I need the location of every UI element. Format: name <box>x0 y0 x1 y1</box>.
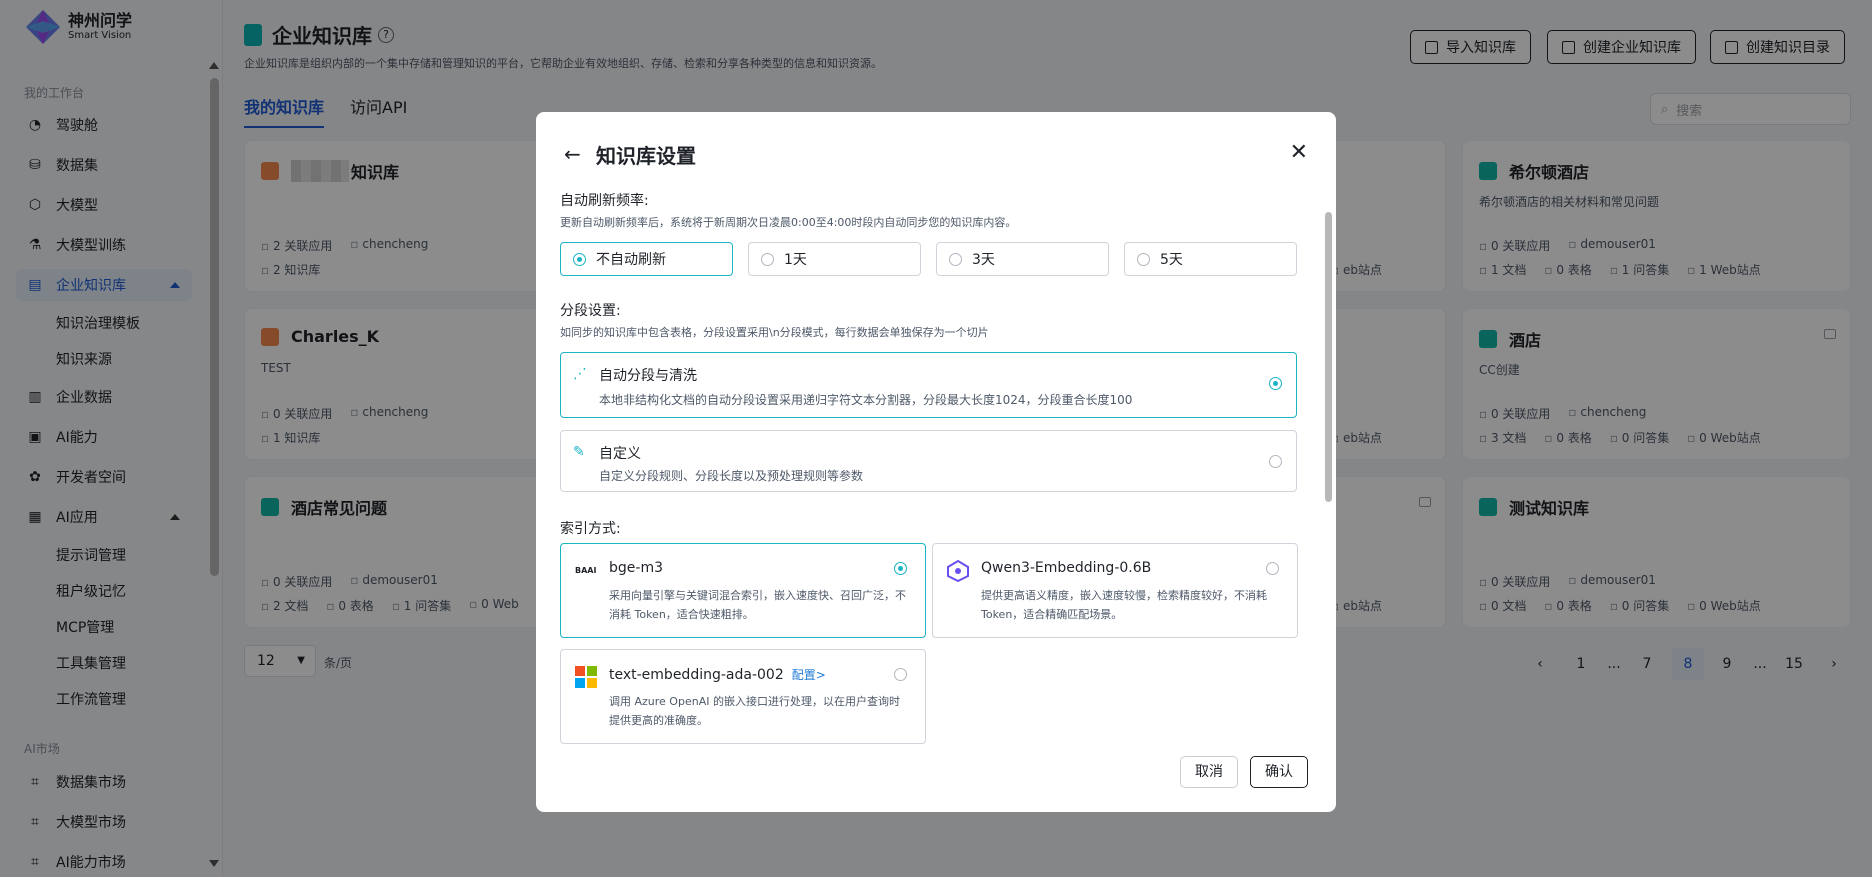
radio-icon <box>1269 455 1282 468</box>
dialog-title: 知识库设置 <box>596 144 696 168</box>
confirm-button[interactable]: 确认 <box>1250 756 1308 788</box>
radio-icon <box>573 252 586 266</box>
seg-label: 分段设置: <box>560 303 621 319</box>
seg-option-custom[interactable]: ✎ 自定义 自定义分段规则、分段长度以及预处理规则等参数 <box>560 430 1297 492</box>
radio-icon <box>949 252 962 266</box>
radio-icon <box>894 562 907 575</box>
refresh-option-none[interactable]: 不自动刷新 <box>560 242 733 276</box>
seg-hint: 如同步的知识库中包含表格，分段设置采用\n分段模式，每行数据会单独保存为一个切片 <box>560 326 989 339</box>
close-icon[interactable]: ✕ <box>1290 140 1308 165</box>
radio-icon <box>1269 377 1282 390</box>
embedding-option-bge[interactable]: BAAI bge-m3 采用向量引擎与关键词混合索引，嵌入速度快、召回广泛，不消… <box>560 543 926 638</box>
index-label: 索引方式: <box>560 521 621 537</box>
cancel-button[interactable]: 取消 <box>1180 756 1238 788</box>
seg-option-auto[interactable]: ⋰ 自动分段与清洗 本地非结构化文档的自动分段设置采用递归字符文本分割器，分段最… <box>560 352 1297 418</box>
radio-icon <box>1266 562 1279 575</box>
embedding-option-qwen[interactable]: Qwen3-Embedding-0.6B 提供更高语义精度，嵌入速度较慢，检索精… <box>932 543 1298 638</box>
baai-logo-icon: BAAI <box>575 566 597 575</box>
kb-settings-dialog: ← 知识库设置 ✕ 自动刷新频率: 更新自动刷新频率后，系统将于新周期次日凌晨0… <box>536 112 1336 812</box>
radio-icon <box>894 668 907 681</box>
refresh-label: 自动刷新频率: <box>560 193 649 209</box>
back-arrow-icon[interactable]: ← <box>564 142 581 166</box>
share-nodes-icon: ⋰ <box>573 366 587 382</box>
config-link[interactable]: 配置> <box>792 668 826 682</box>
dialog-scrollbar[interactable] <box>1325 212 1332 502</box>
embedding-option-ada[interactable]: text-embedding-ada-002 配置> 调用 Azure OpenA… <box>560 649 926 744</box>
custom-edit-icon: ✎ <box>573 444 585 460</box>
refresh-option-3d[interactable]: 3天 <box>936 242 1109 276</box>
refresh-option-5d[interactable]: 5天 <box>1124 242 1297 276</box>
radio-icon <box>1137 252 1150 266</box>
radio-icon <box>761 252 774 266</box>
refresh-hint: 更新自动刷新频率后，系统将于新周期次日凌晨0:00至4:00时段内自动同步您的知… <box>560 216 1017 229</box>
qwen-logo-icon <box>947 560 969 582</box>
microsoft-logo-icon <box>575 666 597 688</box>
refresh-option-1d[interactable]: 1天 <box>748 242 921 276</box>
